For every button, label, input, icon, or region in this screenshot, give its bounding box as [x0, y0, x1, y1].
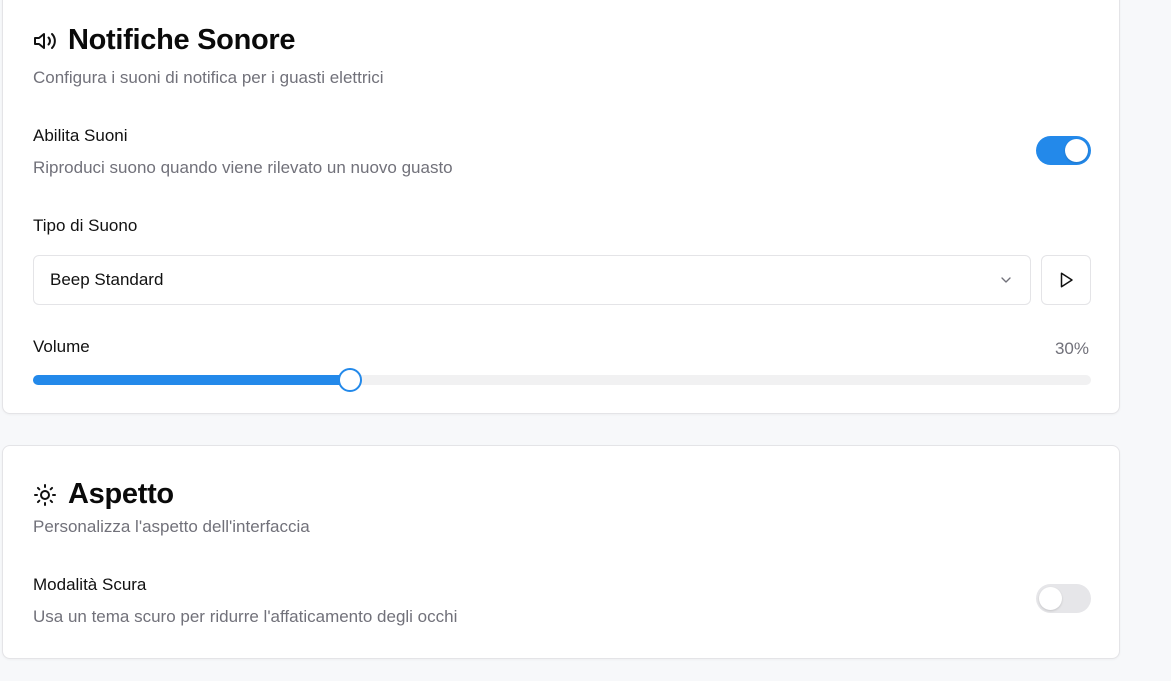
card-description: Configura i suoni di notifica per i guas… — [33, 68, 384, 87]
sound-notifications-card: Notifiche Sonore Configura i suoni di no… — [2, 0, 1120, 414]
toggle-knob — [1039, 587, 1062, 610]
dark-mode-description: Usa un tema scuro per ridurre l'affatica… — [33, 607, 458, 626]
card-description: Personalizza l'aspetto dell'interfaccia — [33, 517, 310, 536]
volume-slider[interactable] — [33, 368, 1091, 392]
sound-type-select[interactable]: Beep Standard — [33, 255, 1031, 305]
play-icon — [1060, 272, 1073, 288]
play-sound-button[interactable] — [1041, 255, 1091, 305]
sound-type-label: Tipo di Suono — [33, 216, 138, 235]
dark-mode-label: Modalità Scura — [33, 575, 147, 594]
slider-thumb[interactable] — [338, 368, 363, 392]
speaker-icon — [33, 29, 57, 53]
enable-sounds-label: Abilita Suoni — [33, 126, 128, 145]
toggle-knob — [1065, 139, 1088, 162]
enable-sounds-description: Riproduci suono quando viene rilevato un… — [33, 158, 453, 177]
card-title: Notifiche Sonore — [68, 24, 296, 56]
sound-card-header: Notifiche Sonore — [33, 24, 296, 57]
appearance-card: Aspetto Personalizza l'aspetto dell'inte… — [2, 445, 1120, 659]
appearance-card-header: Aspetto — [33, 478, 174, 511]
volume-value: 30% — [1054, 339, 1089, 358]
slider-fill — [33, 375, 351, 385]
chevron-down-icon — [1001, 277, 1011, 283]
sun-icon — [33, 483, 57, 507]
sound-type-selected-value: Beep Standard — [50, 270, 164, 289]
card-title: Aspetto — [68, 478, 174, 510]
dark-mode-toggle[interactable] — [1036, 584, 1091, 613]
enable-sounds-toggle[interactable] — [1036, 136, 1091, 165]
volume-label: Volume — [33, 337, 90, 356]
